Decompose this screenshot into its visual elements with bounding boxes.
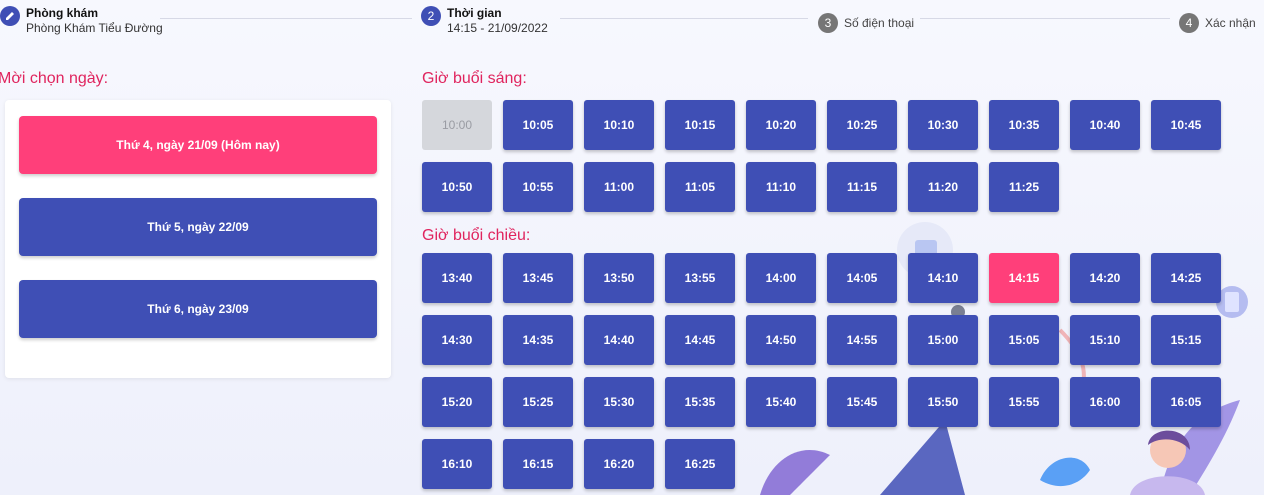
step-time-value: 14:15 - 21/09/2022	[447, 21, 548, 35]
time-slot-button[interactable]: 11:05	[665, 162, 735, 212]
step-number: 3	[818, 13, 838, 33]
step-confirm-label: Xác nhận	[1205, 16, 1256, 30]
time-slot-button[interactable]: 14:35	[503, 315, 573, 365]
booking-stepper: Phòng khám Phòng Khám Tiểu Đường 2 Thời …	[0, 0, 1264, 48]
time-slot-button[interactable]: 10:45	[1151, 100, 1221, 150]
time-slot-button[interactable]: 13:45	[503, 253, 573, 303]
time-slot-button[interactable]: 14:20	[1070, 253, 1140, 303]
step-clinic-value: Phòng Khám Tiểu Đường	[26, 21, 163, 35]
step-phone[interactable]: 3 Số điện thoại	[818, 13, 914, 33]
time-slot-button[interactable]: 11:10	[746, 162, 816, 212]
step-connector	[920, 18, 1170, 19]
choose-day-heading: Mời chọn ngày:	[0, 70, 109, 87]
time-slot-button[interactable]: 10:55	[503, 162, 573, 212]
time-slot-button[interactable]: 14:50	[746, 315, 816, 365]
pencil-icon	[0, 6, 20, 26]
time-slot-button[interactable]: 10:20	[746, 100, 816, 150]
time-slot-button[interactable]: 14:15	[989, 253, 1059, 303]
time-slot-button[interactable]: 16:05	[1151, 377, 1221, 427]
time-slot-button[interactable]: 10:15	[665, 100, 735, 150]
time-slot-button[interactable]: 14:05	[827, 253, 897, 303]
day-list-card: Thứ 4, ngày 21/09 (Hôm nay) Thứ 5, ngày …	[5, 100, 391, 378]
day-button-today[interactable]: Thứ 4, ngày 21/09 (Hôm nay)	[19, 116, 377, 174]
day-button[interactable]: Thứ 6, ngày 23/09	[19, 280, 377, 338]
step-confirm[interactable]: 4 Xác nhận	[1179, 13, 1256, 33]
time-slot-button[interactable]: 14:10	[908, 253, 978, 303]
step-time-title: Thời gian	[447, 6, 502, 20]
time-slot-button[interactable]: 16:25	[665, 439, 735, 489]
step-connector	[560, 18, 808, 19]
time-slot-button[interactable]: 10:40	[1070, 100, 1140, 150]
time-slot-button[interactable]: 15:00	[908, 315, 978, 365]
time-slot-button[interactable]: 16:20	[584, 439, 654, 489]
step-connector	[160, 18, 412, 19]
time-slot-button[interactable]: 16:10	[422, 439, 492, 489]
time-slot-button[interactable]: 14:30	[422, 315, 492, 365]
time-slot-button[interactable]: 15:40	[746, 377, 816, 427]
time-slot-button[interactable]: 13:55	[665, 253, 735, 303]
time-slot-button[interactable]: 15:35	[665, 377, 735, 427]
time-slot-button[interactable]: 14:45	[665, 315, 735, 365]
step-number: 4	[1179, 13, 1199, 33]
time-slot-button[interactable]: 15:05	[989, 315, 1059, 365]
step-clinic[interactable]: Phòng khám Phòng Khám Tiểu Đường	[0, 6, 163, 36]
time-slot-button[interactable]: 10:00	[422, 100, 492, 150]
time-slot-button[interactable]: 11:20	[908, 162, 978, 212]
time-slot-button[interactable]: 15:25	[503, 377, 573, 427]
time-slot-button[interactable]: 14:55	[827, 315, 897, 365]
afternoon-heading: Giờ buổi chiều:	[422, 227, 531, 244]
time-slot-button[interactable]: 14:00	[746, 253, 816, 303]
time-slot-button[interactable]: 11:15	[827, 162, 897, 212]
time-slot-button[interactable]: 10:05	[503, 100, 573, 150]
time-slot-button[interactable]: 15:50	[908, 377, 978, 427]
time-slot-button[interactable]: 10:30	[908, 100, 978, 150]
step-phone-label: Số điện thoại	[844, 16, 915, 30]
morning-heading: Giờ buổi sáng:	[422, 70, 527, 87]
step-number: 2	[421, 6, 441, 26]
time-slot-button[interactable]: 15:15	[1151, 315, 1221, 365]
time-slot-button[interactable]: 14:40	[584, 315, 654, 365]
time-slot-button[interactable]: 10:35	[989, 100, 1059, 150]
time-slot-button[interactable]: 15:10	[1070, 315, 1140, 365]
time-slot-button[interactable]: 16:15	[503, 439, 573, 489]
time-slot-button[interactable]: 16:00	[1070, 377, 1140, 427]
time-slot-button[interactable]: 11:00	[584, 162, 654, 212]
time-slot-button[interactable]: 10:25	[827, 100, 897, 150]
time-slot-button[interactable]: 14:25	[1151, 253, 1221, 303]
time-slot-button[interactable]: 15:45	[827, 377, 897, 427]
step-time[interactable]: 2 Thời gian 14:15 - 21/09/2022	[421, 6, 548, 36]
time-slot-button[interactable]: 13:50	[584, 253, 654, 303]
time-slot-button[interactable]: 11:25	[989, 162, 1059, 212]
time-slot-button[interactable]: 15:20	[422, 377, 492, 427]
time-slot-button[interactable]: 13:40	[422, 253, 492, 303]
step-clinic-title: Phòng khám	[26, 6, 99, 20]
time-slot-button[interactable]: 10:10	[584, 100, 654, 150]
time-slot-button[interactable]: 15:30	[584, 377, 654, 427]
time-slot-button[interactable]: 15:55	[989, 377, 1059, 427]
day-button[interactable]: Thứ 5, ngày 22/09	[19, 198, 377, 256]
time-slot-button[interactable]: 10:50	[422, 162, 492, 212]
